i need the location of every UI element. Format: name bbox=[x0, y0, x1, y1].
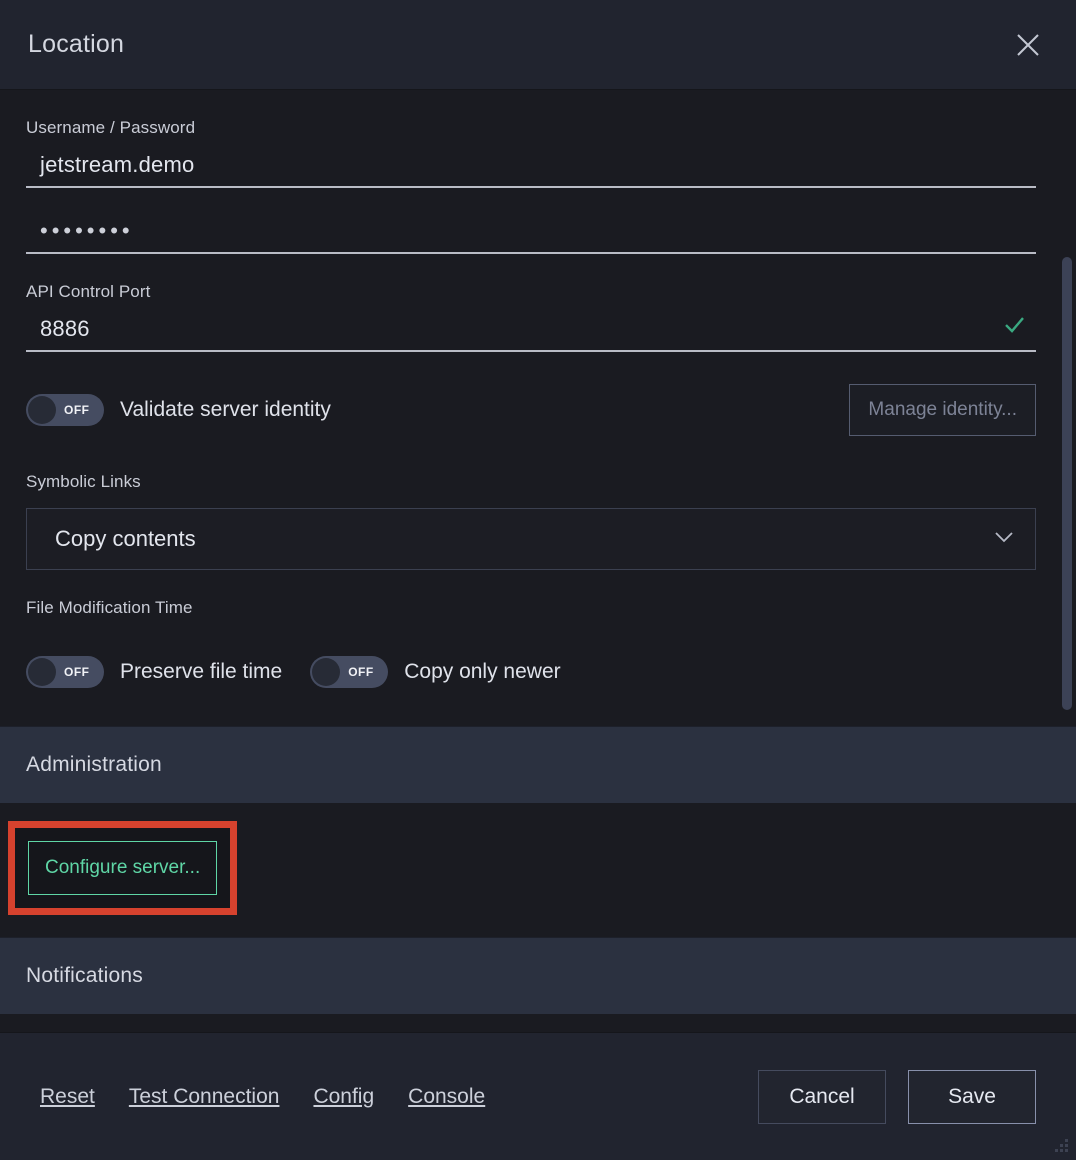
copy-only-newer-group: OFF Copy only newer bbox=[310, 656, 561, 688]
toggle-knob bbox=[28, 396, 56, 424]
credentials-group: Username / Password jetstream.demo •••••… bbox=[0, 90, 1076, 696]
toggle-knob bbox=[28, 658, 56, 686]
copy-only-newer-label: Copy only newer bbox=[404, 660, 561, 683]
field-gap bbox=[26, 188, 1036, 210]
section-header-notifications[interactable]: Notifications bbox=[0, 937, 1076, 1014]
vertical-scrollbar-thumb[interactable] bbox=[1062, 257, 1072, 710]
cancel-button[interactable]: Cancel bbox=[758, 1069, 886, 1124]
copy-only-newer-toggle[interactable]: OFF bbox=[310, 656, 389, 688]
preserve-file-time-group: OFF Preserve file time bbox=[26, 656, 282, 688]
toggle-state-label: OFF bbox=[64, 665, 90, 679]
dialog-footer: Reset Test Connection Config Console Can… bbox=[0, 1032, 1076, 1160]
preserve-file-time-label: Preserve file time bbox=[120, 660, 283, 683]
reset-link[interactable]: Reset bbox=[40, 1085, 95, 1109]
console-link[interactable]: Console bbox=[408, 1085, 485, 1109]
api-control-port-input[interactable]: 8886 bbox=[26, 308, 1036, 352]
dialog-body: Username / Password jetstream.demo •••••… bbox=[0, 90, 1076, 1032]
config-link[interactable]: Config bbox=[313, 1085, 374, 1109]
test-connection-link[interactable]: Test Connection bbox=[129, 1085, 280, 1109]
file-modification-time-label: File Modification Time bbox=[26, 598, 193, 617]
configure-server-button[interactable]: Configure server... bbox=[28, 841, 218, 895]
dialog-titlebar: Location bbox=[0, 0, 1076, 90]
username-value: jetstream.demo bbox=[40, 152, 195, 177]
section-header-administration[interactable]: Administration bbox=[0, 726, 1076, 803]
settings-content: Username / Password jetstream.demo •••••… bbox=[0, 90, 1076, 1014]
toggle-state-label: OFF bbox=[348, 665, 374, 679]
port-value: 8886 bbox=[40, 316, 90, 341]
administration-content: Configure server... bbox=[0, 803, 1076, 937]
administration-title: Administration bbox=[26, 753, 162, 776]
check-icon bbox=[1002, 313, 1026, 342]
port-label: API Control Port bbox=[26, 282, 151, 301]
validate-identity-toggle-group: OFF Validate server identity bbox=[26, 394, 331, 426]
symbolic-links-select[interactable]: Copy contents bbox=[26, 508, 1036, 570]
preserve-file-time-toggle[interactable]: OFF bbox=[26, 656, 104, 688]
username-input[interactable]: jetstream.demo bbox=[26, 144, 1036, 188]
annotation-highlight: Configure server... bbox=[8, 821, 238, 915]
validate-server-identity-toggle[interactable]: OFF bbox=[26, 394, 104, 426]
toggle-knob bbox=[312, 658, 341, 686]
password-value: •••••••• bbox=[40, 218, 134, 243]
close-icon[interactable] bbox=[1006, 23, 1050, 67]
save-button[interactable]: Save bbox=[908, 1069, 1036, 1124]
symbolic-links-value: Copy contents bbox=[55, 526, 196, 551]
file-time-toggle-row: OFF Preserve file time OFF Copy only new… bbox=[26, 624, 1036, 696]
credentials-label: Username / Password bbox=[26, 118, 196, 137]
page-title: Location bbox=[28, 30, 125, 58]
manage-identity-button[interactable]: Manage identity... bbox=[849, 384, 1036, 436]
vertical-scrollbar-track[interactable] bbox=[1062, 90, 1072, 1032]
symbolic-links-label: Symbolic Links bbox=[26, 472, 141, 491]
toggle-state-label: OFF bbox=[64, 403, 90, 417]
resize-grip[interactable] bbox=[1052, 1136, 1070, 1154]
validate-identity-row: OFF Validate server identity Manage iden… bbox=[26, 352, 1036, 444]
notifications-title: Notifications bbox=[26, 964, 143, 987]
location-dialog: Location Username / Password jetstream.d… bbox=[0, 0, 1076, 1160]
validate-server-identity-label: Validate server identity bbox=[120, 398, 331, 421]
chevron-down-icon bbox=[991, 524, 1017, 555]
password-input[interactable]: •••••••• bbox=[26, 210, 1036, 254]
annotation-wrapper: Configure server... bbox=[8, 821, 238, 915]
